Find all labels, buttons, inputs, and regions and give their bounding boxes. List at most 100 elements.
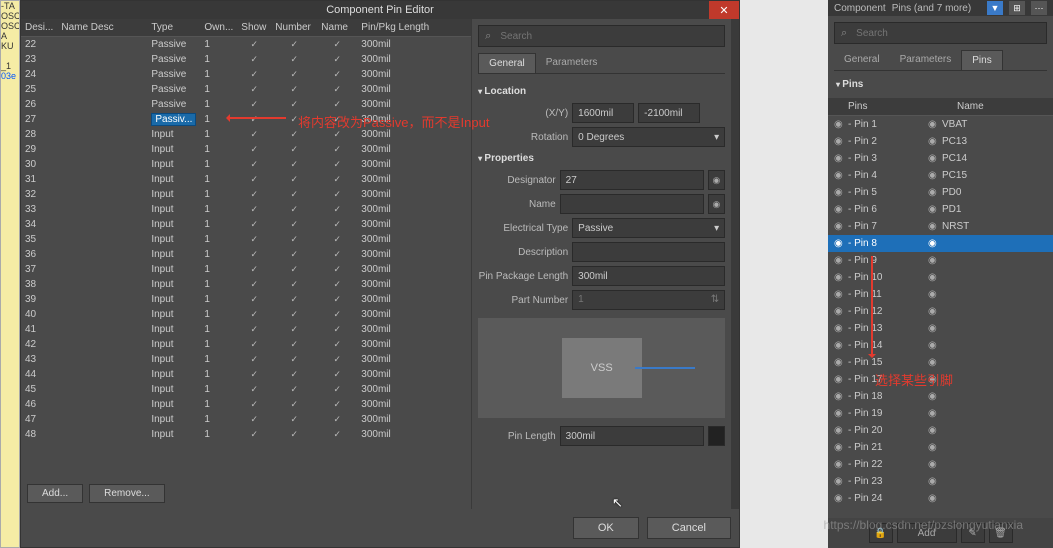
table-row[interactable]: 22Passive1✓✓✓300mil <box>21 37 471 53</box>
tab-general[interactable]: General <box>478 53 536 73</box>
list-item[interactable]: ◉- Pin 2◉PC13 <box>828 133 1053 150</box>
y-input[interactable] <box>638 103 700 123</box>
table-row[interactable]: 31Input1✓✓✓300mil <box>21 172 471 187</box>
side-search-box[interactable]: ⌕ <box>834 22 1047 44</box>
eye-icon[interactable]: ◉ <box>834 136 848 147</box>
list-item[interactable]: ◉- Pin 18◉ <box>828 388 1053 405</box>
eye-icon[interactable]: ◉ <box>928 272 942 283</box>
table-row[interactable]: 35Input1✓✓✓300mil <box>21 232 471 247</box>
eye-icon[interactable]: ◉ <box>928 408 942 419</box>
list-item[interactable]: ◉- Pin 4◉PC15 <box>828 167 1053 184</box>
table-row[interactable]: 42Input1✓✓✓300mil <box>21 337 471 352</box>
col-name[interactable]: Name <box>317 19 357 37</box>
table-row[interactable]: 43Input1✓✓✓300mil <box>21 352 471 367</box>
list-item[interactable]: ◉- Pin 5◉PD0 <box>828 184 1053 201</box>
eye-icon[interactable]: ◉ <box>834 493 848 504</box>
table-row[interactable]: 48Input1✓✓✓300mil <box>21 427 471 442</box>
cancel-button[interactable]: Cancel <box>647 517 731 539</box>
eye-icon[interactable]: ◉ <box>834 391 848 402</box>
list-item[interactable]: ◉- Pin 7◉NRST <box>828 218 1053 235</box>
list-item[interactable]: ◉- Pin 3◉PC14 <box>828 150 1053 167</box>
list-item[interactable]: ◉- Pin 10◉ <box>828 269 1053 286</box>
eye-icon[interactable]: ◉ <box>834 204 848 215</box>
eye-icon[interactable]: ◉ <box>928 459 942 470</box>
list-item[interactable]: ◉- Pin 12◉ <box>828 303 1053 320</box>
visibility-toggle-icon[interactable]: ◉ <box>708 194 726 214</box>
col-show[interactable]: Show <box>237 19 271 37</box>
table-row[interactable]: 37Input1✓✓✓300mil <box>21 262 471 277</box>
col-name[interactable]: Name <box>957 101 984 112</box>
view-icon[interactable]: ⊞ <box>1009 1 1025 15</box>
eye-icon[interactable]: ◉ <box>928 357 942 368</box>
eye-icon[interactable]: ◉ <box>834 238 848 249</box>
eye-icon[interactable]: ◉ <box>928 289 942 300</box>
list-item[interactable]: ◉- Pin 20◉ <box>828 422 1053 439</box>
eye-icon[interactable]: ◉ <box>834 170 848 181</box>
search-input[interactable] <box>495 29 718 43</box>
eye-icon[interactable]: ◉ <box>834 255 848 266</box>
more-icon[interactable]: ⋯ <box>1031 1 1047 15</box>
table-row[interactable]: 33Input1✓✓✓300mil <box>21 202 471 217</box>
side-search-input[interactable] <box>851 26 1040 40</box>
eye-icon[interactable]: ◉ <box>928 391 942 402</box>
eye-icon[interactable]: ◉ <box>928 170 942 181</box>
eye-icon[interactable]: ◉ <box>928 493 942 504</box>
table-row[interactable]: 44Input1✓✓✓300mil <box>21 367 471 382</box>
table-row[interactable]: 24Passive1✓✓✓300mil <box>21 67 471 82</box>
list-item[interactable]: ◉- Pin 6◉PD1 <box>828 201 1053 218</box>
side-tab-parameters[interactable]: Parameters <box>890 50 962 70</box>
rotation-dropdown[interactable]: 0 Degrees▾ <box>572 127 725 147</box>
table-row[interactable]: 29Input1✓✓✓300mil <box>21 142 471 157</box>
eye-icon[interactable]: ◉ <box>834 374 848 385</box>
col-type[interactable]: Type <box>147 19 200 37</box>
dialog-titlebar[interactable]: Component Pin Editor ✕ <box>21 1 739 19</box>
eye-icon[interactable]: ◉ <box>928 442 942 453</box>
name-input[interactable] <box>560 194 704 214</box>
eye-icon[interactable]: ◉ <box>928 323 942 334</box>
col-desi[interactable]: Desi... <box>21 19 57 37</box>
section-properties[interactable]: Properties <box>478 153 725 164</box>
eye-icon[interactable]: ◉ <box>834 476 848 487</box>
ok-button[interactable]: OK <box>573 517 639 539</box>
scrollbar[interactable] <box>731 19 739 509</box>
side-section-pins[interactable]: Pins <box>828 77 1053 92</box>
table-row[interactable]: 41Input1✓✓✓300mil <box>21 322 471 337</box>
add-button[interactable]: Add... <box>27 484 83 503</box>
eye-icon[interactable]: ◉ <box>928 255 942 266</box>
table-row[interactable]: 39Input1✓✓✓300mil <box>21 292 471 307</box>
eye-icon[interactable]: ◉ <box>928 204 942 215</box>
col-pkg[interactable]: Pin/Pkg Length <box>357 19 471 37</box>
list-item[interactable]: ◉- Pin 15◉ <box>828 354 1053 371</box>
x-input[interactable] <box>572 103 634 123</box>
list-item[interactable]: ◉- Pin 9◉ <box>828 252 1053 269</box>
table-row[interactable]: 38Input1✓✓✓300mil <box>21 277 471 292</box>
list-item[interactable]: ◉- Pin 11◉ <box>828 286 1053 303</box>
filter-icon[interactable]: ▼ <box>987 1 1003 15</box>
part-stepper[interactable]: 1⇅ <box>572 290 725 310</box>
search-box[interactable]: ⌕ <box>478 25 725 47</box>
list-item[interactable]: ◉- Pin 14◉ <box>828 337 1053 354</box>
side-tab-pins[interactable]: Pins <box>961 50 1002 70</box>
eye-icon[interactable]: ◉ <box>834 425 848 436</box>
eye-icon[interactable]: ◉ <box>928 425 942 436</box>
pins-list[interactable]: ◉- Pin 1◉VBAT◉- Pin 2◉PC13◉- Pin 3◉PC14◉… <box>828 116 1053 518</box>
visibility-toggle-icon[interactable]: ◉ <box>708 170 726 190</box>
col-pins[interactable]: Pins <box>848 101 943 112</box>
eye-icon[interactable]: ◉ <box>834 306 848 317</box>
close-button[interactable]: ✕ <box>709 1 739 19</box>
eye-icon[interactable]: ◉ <box>928 306 942 317</box>
eye-icon[interactable]: ◉ <box>834 442 848 453</box>
table-row[interactable]: 32Input1✓✓✓300mil <box>21 187 471 202</box>
side-tab-general[interactable]: General <box>834 50 890 70</box>
table-row[interactable]: 34Input1✓✓✓300mil <box>21 217 471 232</box>
eye-icon[interactable]: ◉ <box>834 408 848 419</box>
list-item[interactable]: ◉- Pin 21◉ <box>828 439 1053 456</box>
desc-input[interactable] <box>572 242 725 262</box>
pin-grid[interactable]: Desi... Name Desc Type Own... Show Numbe… <box>21 19 471 478</box>
eye-icon[interactable]: ◉ <box>834 289 848 300</box>
table-row[interactable]: 23Passive1✓✓✓300mil <box>21 52 471 67</box>
eye-icon[interactable]: ◉ <box>928 340 942 351</box>
table-row[interactable]: 25Passive1✓✓✓300mil <box>21 82 471 97</box>
remove-button[interactable]: Remove... <box>89 484 165 503</box>
color-swatch[interactable] <box>708 426 726 446</box>
